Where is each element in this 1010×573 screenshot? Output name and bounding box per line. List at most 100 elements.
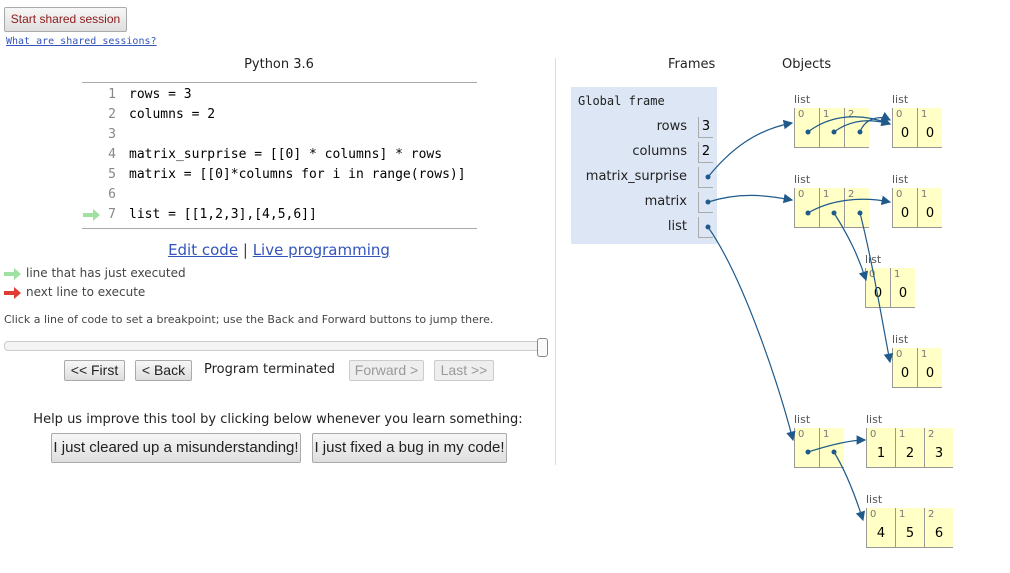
list-cell: 15 [895,508,924,548]
program-status: Program terminated [204,362,336,377]
variable-pointer [698,217,713,238]
list-cell: 10 [917,348,942,388]
list-cell: 10 [890,268,915,308]
code-text: list = [[1,2,3],[4,5,6]] [129,207,317,222]
list-value: 5 [905,526,915,541]
list-cell: 00 [892,108,917,148]
frame-variable-row: matrix [571,190,717,215]
panel-divider [555,58,556,465]
variable-value: 3 [698,117,713,138]
fixed-bug-button[interactable]: I just fixed a bug in my code! [312,433,507,463]
list-index: 0 [896,109,903,120]
pointer-matrix-surprise [707,119,794,178]
executed-legend-label: line that has just executed [26,266,186,280]
frame-variable-row: list [571,215,717,240]
variable-value: 2 [698,142,713,163]
variable-name: matrix_surprise [585,169,687,184]
code-text: matrix = [[0]*columns for i in range(row… [129,167,466,182]
list-cell: 1 [819,108,844,148]
list-cell: 0 [794,428,819,468]
back-button[interactable]: < Back [135,360,192,381]
list-value: 3 [934,446,944,461]
list-value: 4 [876,526,886,541]
code-text: rows = 3 [129,87,192,102]
next-legend-label: next line to execute [26,285,146,299]
list-object: 00 10 [865,268,915,308]
list-index: 1 [921,349,928,360]
list-type-label: list [794,173,811,186]
list-index: 1 [823,109,830,120]
editor-links: Edit code | Live programming [82,241,476,259]
list-index: 0 [896,189,903,200]
list-cell: 0 [794,108,819,148]
list-object: 04 15 26 [866,508,953,548]
list-index: 1 [894,269,901,280]
next-legend-arrow-icon [4,287,21,299]
variable-pointer [698,192,713,213]
what-are-shared-sessions-link[interactable]: What are shared sessions? [6,36,157,47]
list-type-label: list [866,493,883,506]
variable-name: matrix [644,194,687,209]
start-shared-session-button[interactable]: Start shared session [4,7,127,32]
list-type-label: list [866,413,883,426]
list-value: 0 [900,206,910,221]
frames-title: Frames [668,57,716,72]
list-cell: 12 [895,428,924,468]
list-index: 1 [899,509,906,520]
list-index: 2 [848,189,855,200]
list-index: 0 [798,429,805,440]
list-object: 0 1 2 [794,188,869,228]
list-index: 0 [798,189,805,200]
list-type-label: list [794,413,811,426]
misunderstanding-button[interactable]: I just cleared up a misunderstanding! [51,433,301,463]
variable-name: columns [632,144,687,159]
list-object: 0 1 2 [794,108,869,148]
execution-slider-track[interactable] [4,341,544,351]
list-value: 0 [925,366,935,381]
pointer-matrix [707,193,794,204]
variable-pointer [698,167,713,188]
list-value: 0 [900,126,910,141]
list-index: 1 [921,189,928,200]
list-value: 6 [934,526,944,541]
live-programming-link[interactable]: Live programming [253,241,390,259]
last-button[interactable]: Last >> [434,360,494,381]
list-value: 0 [898,286,908,301]
editor-bottom-rule [82,228,477,229]
frame-variable-row: columns 2 [571,140,717,165]
list-cell: 00 [892,348,917,388]
list-index: 1 [921,109,928,120]
list-index: 1 [823,189,830,200]
first-button[interactable]: << First [64,360,125,381]
list-value: 0 [900,366,910,381]
list-type-label: list [892,333,909,346]
list-object: 01 12 23 [866,428,953,468]
list-cell: 26 [924,508,953,548]
list-object: 0 0 10 [892,188,942,228]
editor-top-rule [82,82,477,83]
list-index: 0 [896,349,903,360]
list-index: 1 [823,429,830,440]
list-index: 0 [798,109,805,120]
list-value: 2 [905,446,915,461]
executed-line-arrow-icon [83,209,100,221]
editor-title: Python 3.6 [244,57,314,72]
forward-button[interactable]: Forward > [349,360,424,381]
list-type-label: list [892,93,909,106]
variable-name: list [667,219,687,234]
list-index: 2 [928,509,935,520]
list-cell: 01 [866,428,895,468]
list-value: 0 [925,126,935,141]
list-cell: 10 [917,108,942,148]
edit-code-link[interactable]: Edit code [168,241,238,259]
list-cell: 2 [844,188,869,228]
list-cell: 10 [917,188,942,228]
line-number: 4 [108,147,116,162]
execution-slider-handle[interactable] [537,338,548,357]
global-frame-label: Global frame [578,94,665,108]
code-text: matrix_surprise = [[0] * columns] * rows [129,147,443,162]
line-number: 5 [108,167,116,182]
list-index: 0 [870,509,877,520]
list-type-label: list [892,173,909,186]
list-type-label: list [865,253,882,266]
